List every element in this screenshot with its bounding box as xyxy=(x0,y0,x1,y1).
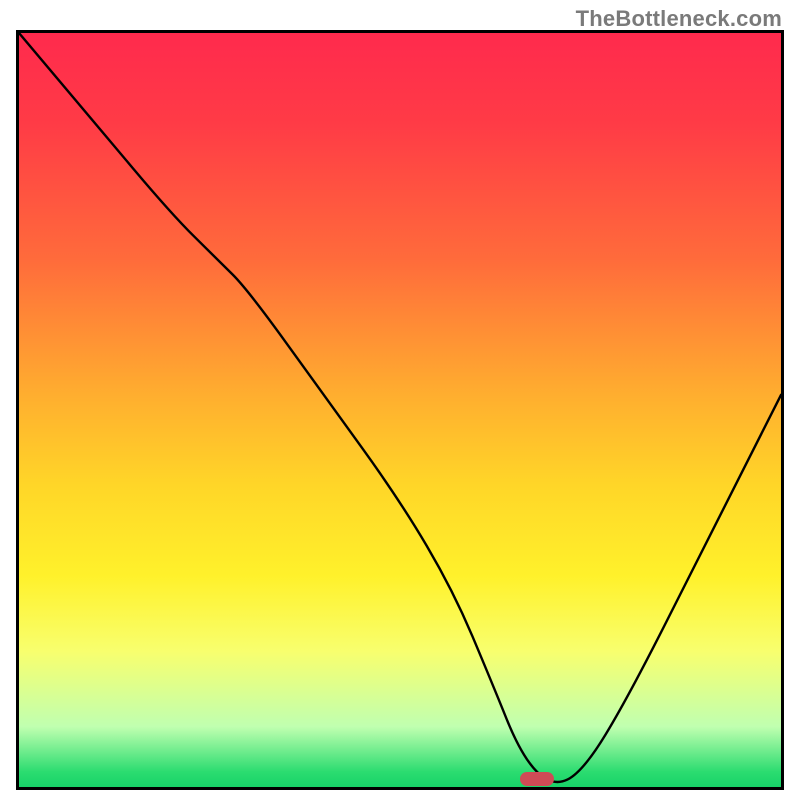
watermark-text: TheBottleneck.com xyxy=(576,6,782,32)
optimal-point-marker xyxy=(520,772,554,786)
bottleneck-curve xyxy=(19,33,781,787)
curve-path xyxy=(19,33,781,782)
chart-plot-area xyxy=(16,30,784,790)
